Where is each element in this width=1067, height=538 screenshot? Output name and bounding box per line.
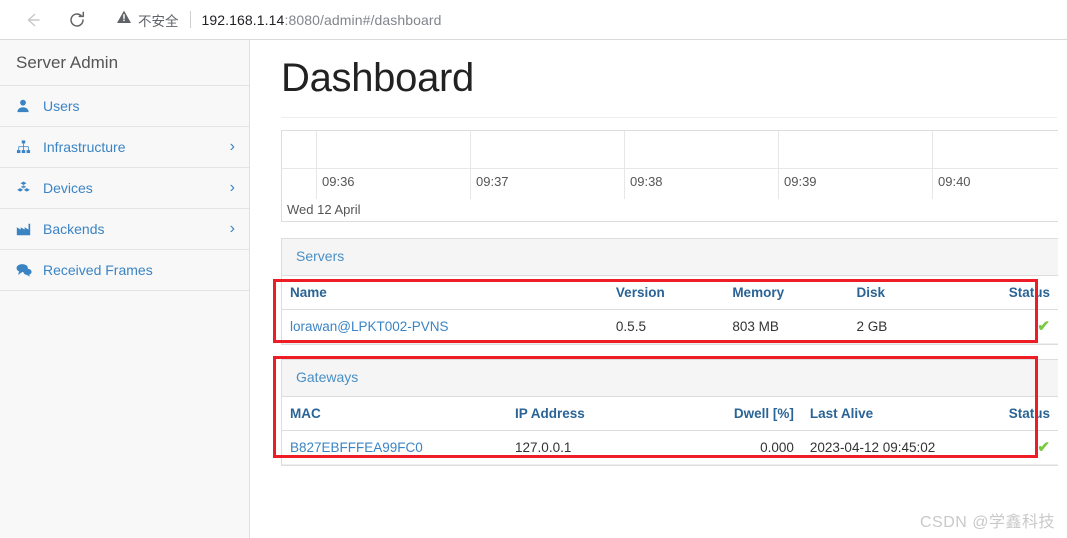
warning-triangle-icon [116, 9, 132, 30]
chart-x-tick: 09:38 [624, 169, 663, 199]
chart-x-tick: 09:36 [316, 169, 355, 199]
security-label: 不安全 [138, 13, 179, 29]
gateways-table: MAC IP Address Dwell [%] Last Alive Stat… [282, 397, 1058, 465]
column-header-status[interactable]: Status [957, 276, 1058, 310]
sidebar-item-devices[interactable]: Devices › [0, 168, 249, 209]
site-security-chip[interactable]: 不安全 [116, 9, 179, 30]
chart-gridline [932, 131, 933, 168]
csdn-watermark: CSDN @学鑫科技 [919, 514, 1055, 531]
servers-panel-heading: Servers [282, 239, 1058, 276]
chart-plot-area [282, 131, 1058, 169]
sidebar: Server Admin Users Infrastructure › Devi… [0, 40, 250, 538]
sidebar-item-label: Users [43, 98, 80, 114]
column-header-last-alive[interactable]: Last Alive [801, 397, 958, 431]
chart-x-tick: 09:37 [470, 169, 509, 199]
column-header-name[interactable]: Name [282, 276, 608, 310]
servers-table: Name Version Memory Disk Status lorawan@… [282, 276, 1058, 344]
gateway-last-alive-cell: 2023-04-12 09:45:02 [801, 430, 958, 465]
status-ok-check-icon: ✔ [1037, 439, 1050, 456]
column-header-ip-address[interactable]: IP Address [507, 397, 717, 431]
user-icon [16, 99, 36, 113]
chart-x-axis: 09:36 09:37 09:38 09:39 09:40 [282, 169, 1058, 199]
status-ok-check-icon: ✔ [1037, 318, 1050, 335]
gateways-table-header-row: MAC IP Address Dwell [%] Last Alive Stat… [282, 397, 1058, 431]
sitemap-icon [16, 140, 36, 154]
servers-table-header-row: Name Version Memory Disk Status [282, 276, 1058, 310]
server-status-cell: ✔ [957, 309, 1058, 344]
chart-x-tick: 09:40 [932, 169, 971, 199]
chart-x-tick: 09:39 [778, 169, 817, 199]
sidebar-item-label: Devices [43, 180, 93, 196]
sidebar-item-users[interactable]: Users [0, 86, 249, 127]
reload-icon[interactable] [62, 5, 92, 35]
gateways-panel: Gateways MAC IP Address Dwell [%] Last A… [273, 356, 1059, 466]
column-header-dwell[interactable]: Dwell [%] [716, 397, 802, 431]
brand-title: Server Admin [0, 40, 249, 86]
chevron-right-icon: › [229, 138, 235, 155]
column-header-disk[interactable]: Disk [848, 276, 958, 310]
industry-icon [16, 223, 36, 236]
servers-panel: Servers Name Version Memory Disk Status [273, 238, 1059, 345]
sidebar-item-label: Backends [43, 221, 105, 237]
address-bar[interactable]: 不安全 192.168.1.14:8080/admin#/dashboard [106, 5, 1057, 34]
sidebar-item-infrastructure[interactable]: Infrastructure › [0, 127, 249, 168]
content-right-edge [1058, 40, 1067, 538]
timeline-chart[interactable]: 09:36 09:37 09:38 09:39 09:40 Wed 12 Apr… [281, 130, 1059, 222]
url-host: 192.168.1.14 [201, 11, 285, 28]
back-arrow-icon[interactable] [18, 5, 48, 35]
omnibox-divider [189, 11, 191, 28]
sidebar-item-label: Received Frames [43, 262, 153, 278]
chart-date-label: Wed 12 April [287, 202, 361, 217]
page-title: Dashboard [281, 56, 474, 100]
sidebar-nav: Users Infrastructure › Devices › Backend… [0, 86, 249, 291]
title-divider [281, 117, 1057, 118]
sidebar-item-label: Infrastructure [43, 139, 126, 155]
cubes-icon [16, 181, 36, 195]
url-display[interactable]: 192.168.1.14:8080/admin#/dashboard [202, 12, 442, 28]
chart-gridline [316, 131, 317, 168]
chart-gridline [778, 131, 779, 168]
gateway-status-cell: ✔ [957, 430, 1058, 465]
gateway-dwell-cell: 0.000 [716, 430, 802, 465]
sidebar-item-received-frames[interactable]: Received Frames [0, 250, 249, 291]
column-header-memory[interactable]: Memory [724, 276, 849, 310]
gateway-ip-cell: 127.0.0.1 [507, 430, 717, 465]
server-name-cell[interactable]: lorawan@LPKT002-PVNS [282, 309, 608, 344]
chevron-right-icon: › [229, 179, 235, 196]
gateway-mac-cell[interactable]: B827EBFFFEA99FC0 [282, 430, 508, 465]
comments-icon [16, 263, 36, 277]
url-path: :8080/admin#/dashboard [284, 11, 442, 28]
column-header-mac[interactable]: MAC [282, 397, 508, 431]
column-header-version[interactable]: Version [607, 276, 725, 310]
server-memory-cell: 803 MB [724, 309, 849, 344]
sidebar-empty-space [0, 291, 249, 538]
gateways-panel-title[interactable]: Gateways [296, 369, 358, 385]
gateways-panel-heading: Gateways [282, 360, 1058, 397]
table-row[interactable]: lorawan@LPKT002-PVNS 0.5.5 803 MB 2 GB ✔ [282, 309, 1058, 344]
server-version-cell: 0.5.5 [607, 309, 725, 344]
browser-toolbar: 不安全 192.168.1.14:8080/admin#/dashboard [0, 0, 1067, 40]
chart-gridline [470, 131, 471, 168]
app-shell: Server Admin Users Infrastructure › Devi… [0, 40, 1067, 538]
chart-gridline [624, 131, 625, 168]
main-content: Dashboard 09:36 09:37 09:38 09:39 09:40 … [250, 40, 1067, 538]
table-row[interactable]: B827EBFFFEA99FC0 127.0.0.1 0.000 2023-04… [282, 430, 1058, 465]
sidebar-item-backends[interactable]: Backends › [0, 209, 249, 250]
chevron-right-icon: › [229, 220, 235, 237]
server-disk-cell: 2 GB [848, 309, 958, 344]
column-header-status[interactable]: Status [957, 397, 1058, 431]
servers-panel-title[interactable]: Servers [296, 248, 344, 264]
